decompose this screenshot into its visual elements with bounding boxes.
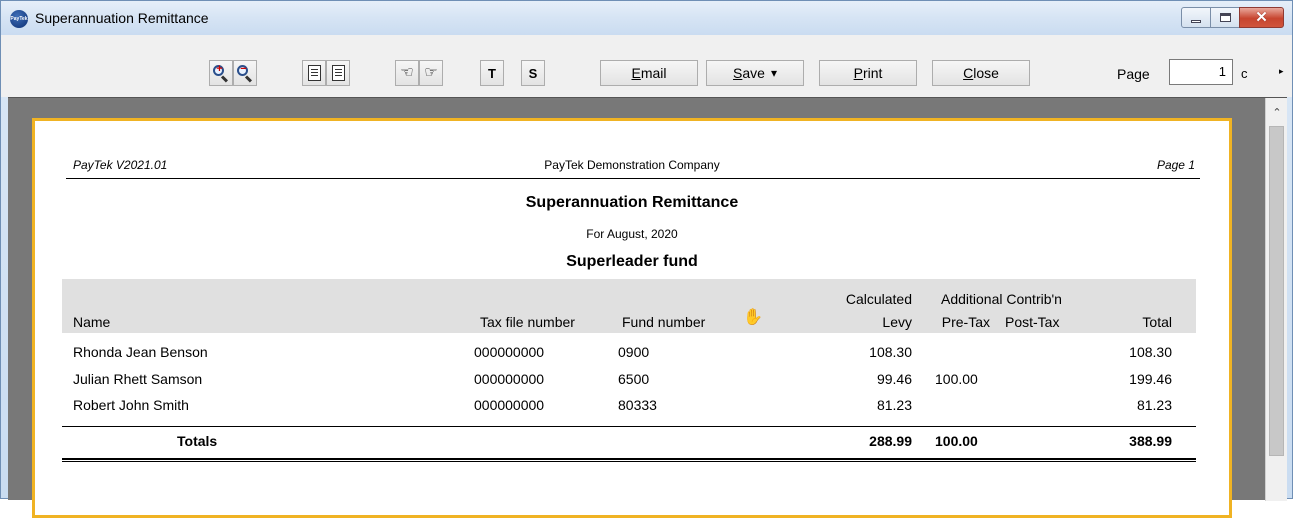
email-accel: E <box>631 65 641 81</box>
header-divider <box>66 178 1200 179</box>
report-window: PayTek Superannuation Remittance ✕ + − ☜… <box>0 0 1293 518</box>
minimize-button[interactable] <box>1181 7 1211 28</box>
print-label: rint <box>862 65 883 81</box>
minimize-icon <box>1191 20 1201 23</box>
hand-left-icon: ☜ <box>400 64 414 81</box>
toolbar: + − ☜ ☞ T S Email Save ▾ Print Close Pag… <box>1 35 1292 97</box>
close-label: lose <box>973 65 999 81</box>
maximize-icon <box>1219 13 1231 22</box>
col-header-posttax: Post-Tax <box>1005 314 1060 330</box>
save-accel: S <box>733 65 743 81</box>
col-header-fund-number: Fund number <box>622 314 706 330</box>
report-company: PayTek Demonstration Company <box>544 158 720 172</box>
report-page: PayTek V2021.01 PayTek Demonstration Com… <box>32 118 1232 518</box>
zoom-in-button[interactable]: + <box>209 60 233 86</box>
totals-levy: 288.99 <box>869 433 912 449</box>
full-page-button[interactable] <box>326 60 350 86</box>
row-tfn: 000000000 <box>474 371 545 387</box>
window-controls: ✕ <box>1181 7 1284 29</box>
dropdown-arrow-icon: ▾ <box>770 66 777 80</box>
row-levy: 99.46 <box>876 371 912 387</box>
toolbar-overflow-arrow-icon[interactable]: ▸ <box>1279 66 1284 77</box>
close-icon: ✕ <box>1255 9 1268 26</box>
next-page-button[interactable]: ☞ <box>419 60 443 86</box>
col-header-calculated: Calculated <box>845 291 912 307</box>
col-header-name: Name <box>73 314 111 330</box>
maximize-button[interactable] <box>1210 7 1240 28</box>
row-pretax: 100.00 <box>935 371 978 387</box>
close-button[interactable]: Close <box>932 60 1030 86</box>
row-fund-number: 80333 <box>618 397 657 413</box>
row-name: Julian Rhett Samson <box>73 371 203 387</box>
row-name: Rhonda Jean Benson <box>73 344 208 360</box>
full-page-icon <box>331 65 345 81</box>
print-preview-area[interactable]: PayTek V2021.01 PayTek Demonstration Com… <box>8 97 1287 518</box>
totals-pretax: 100.00 <box>935 433 978 449</box>
row-fund-number: 6500 <box>618 371 650 387</box>
row-total: 199.46 <box>1129 371 1172 387</box>
paytek-app-icon[interactable]: PayTek <box>10 10 28 28</box>
col-header-levy: Levy <box>882 314 912 330</box>
zoom-out-button[interactable]: − <box>233 60 257 86</box>
row-levy: 108.30 <box>869 344 912 360</box>
save-button[interactable]: Save ▾ <box>706 60 804 86</box>
save-label: ave <box>742 65 765 81</box>
report-title: Superannuation Remittance <box>525 194 739 211</box>
previous-page-button[interactable]: ☜ <box>395 60 419 86</box>
s-button[interactable]: S <box>521 60 545 86</box>
zoom-out-icon: − <box>237 63 253 83</box>
col-header-additional: Additional Contrib'n <box>941 291 1062 307</box>
print-button[interactable]: Print <box>819 60 917 86</box>
close-window-button[interactable]: ✕ <box>1239 7 1284 28</box>
totals-double-rule <box>62 458 1196 462</box>
totals-label: Totals <box>177 433 218 449</box>
row-tfn: 000000000 <box>474 344 545 360</box>
totals-divider <box>62 426 1196 427</box>
page-label: Page <box>1117 66 1150 82</box>
fund-name: Superleader fund <box>566 253 698 270</box>
totals-total: 388.99 <box>1129 433 1172 449</box>
page-width-button[interactable] <box>302 60 326 86</box>
row-total: 81.23 <box>1136 397 1172 413</box>
report-period: For August, 2020 <box>586 227 678 241</box>
zoom-in-icon: + <box>213 63 229 83</box>
hand-right-icon: ☞ <box>424 64 438 81</box>
row-total: 108.30 <box>1129 344 1172 360</box>
print-accel: P <box>853 65 863 81</box>
close-accel: C <box>963 65 974 81</box>
vertical-scrollbar[interactable]: ⌃ <box>1265 98 1287 501</box>
page-number-input[interactable]: 1 <box>1169 59 1233 85</box>
row-name: Robert John Smith <box>73 397 189 413</box>
email-label: mail <box>640 65 667 81</box>
col-header-total: Total <box>1142 314 1172 330</box>
page-width-icon <box>307 65 321 81</box>
page-of-label: c <box>1241 66 1248 81</box>
window-title: Superannuation Remittance <box>35 10 209 26</box>
scroll-thumb[interactable] <box>1269 126 1284 456</box>
row-levy: 81.23 <box>876 397 912 413</box>
email-button[interactable]: Email <box>600 60 698 86</box>
row-fund-number: 0900 <box>618 344 650 360</box>
col-header-tfn: Tax file number <box>480 314 575 330</box>
row-tfn: 000000000 <box>474 397 545 413</box>
hand-cursor-icon: ✋ <box>743 309 763 326</box>
title-bar[interactable]: PayTek Superannuation Remittance ✕ <box>1 1 1292 35</box>
scroll-up-arrow-icon[interactable]: ⌃ <box>1266 106 1288 124</box>
col-header-pretax: Pre-Tax <box>941 314 990 330</box>
t-button[interactable]: T <box>480 60 504 86</box>
report-page-number: Page 1 <box>1156 158 1195 172</box>
